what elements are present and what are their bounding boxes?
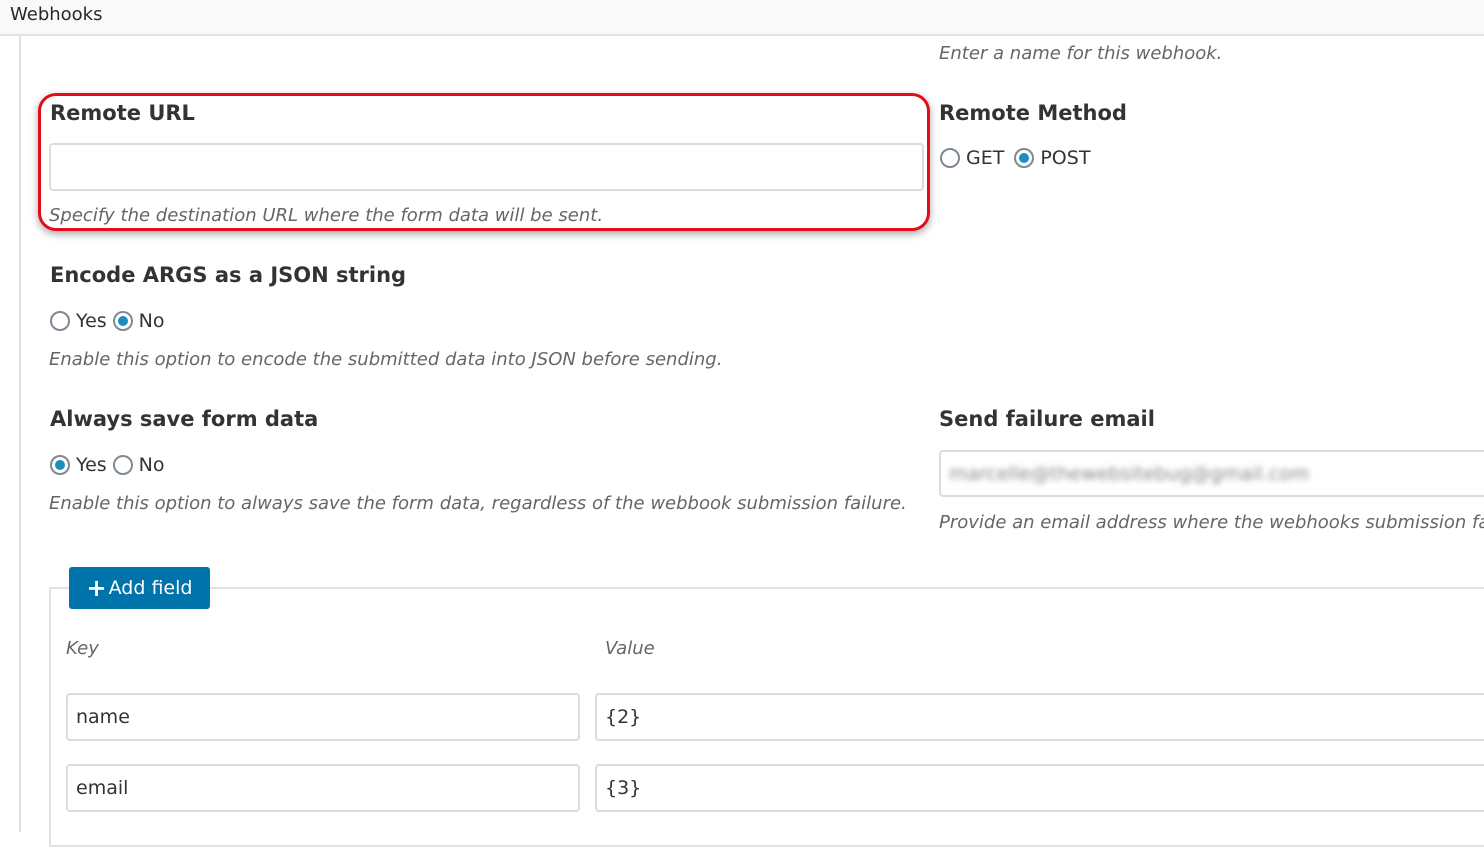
- left-divider: [19, 36, 21, 832]
- field-value-input[interactable]: {2}: [595, 693, 1484, 741]
- remote-method-label: Remote Method: [939, 101, 1127, 125]
- radio-save-no[interactable]: [112, 455, 133, 475]
- field-value-input[interactable]: {3}: [595, 764, 1484, 812]
- value-column-header: Value: [605, 638, 655, 659]
- radio-post[interactable]: [1014, 148, 1035, 168]
- name-field-description: Enter a name for this webhook.: [939, 43, 1223, 64]
- add-field-label: Add field: [108, 577, 193, 599]
- add-field-button[interactable]: + Add field: [69, 567, 210, 609]
- radio-get-label: GET: [966, 147, 1005, 169]
- field-key-input[interactable]: email: [66, 764, 580, 812]
- always-save-radio-group: Yes No: [50, 452, 171, 478]
- field-key-input[interactable]: name: [66, 693, 580, 741]
- encode-json-label: Encode ARGS as a JSON string: [50, 263, 407, 287]
- plus-icon: +: [86, 574, 107, 602]
- always-save-description: Enable this option to always save the fo…: [49, 493, 907, 514]
- remote-method-radio-group: GET POST: [940, 145, 1096, 171]
- radio-post-label: POST: [1040, 147, 1091, 169]
- radio-save-no-label: No: [138, 454, 165, 476]
- failure-email-value: marcelle@thewebsitebug@gmail.com: [949, 462, 1310, 485]
- radio-encode-yes-label: Yes: [76, 310, 107, 332]
- remote-url-highlight-box: [38, 93, 930, 231]
- key-column-header: Key: [66, 638, 99, 659]
- radio-encode-yes[interactable]: [50, 311, 70, 331]
- radio-save-yes[interactable]: [50, 455, 70, 475]
- failure-email-description: Provide an email address where the webho…: [939, 512, 1484, 533]
- radio-save-yes-label: Yes: [76, 454, 107, 476]
- panel-header: Webhooks: [0, 0, 1484, 36]
- radio-get[interactable]: [940, 148, 960, 168]
- encode-json-radio-group: Yes No: [50, 308, 171, 334]
- encode-json-description: Enable this option to encode the submitt…: [49, 349, 723, 370]
- failure-email-label: Send failure email: [939, 407, 1155, 431]
- always-save-label: Always save form data: [50, 407, 319, 431]
- panel-title: Webhooks: [10, 4, 103, 25]
- radio-encode-no[interactable]: [112, 311, 133, 331]
- radio-encode-no-label: No: [138, 310, 165, 332]
- failure-email-input[interactable]: marcelle@thewebsitebug@gmail.com: [939, 450, 1484, 497]
